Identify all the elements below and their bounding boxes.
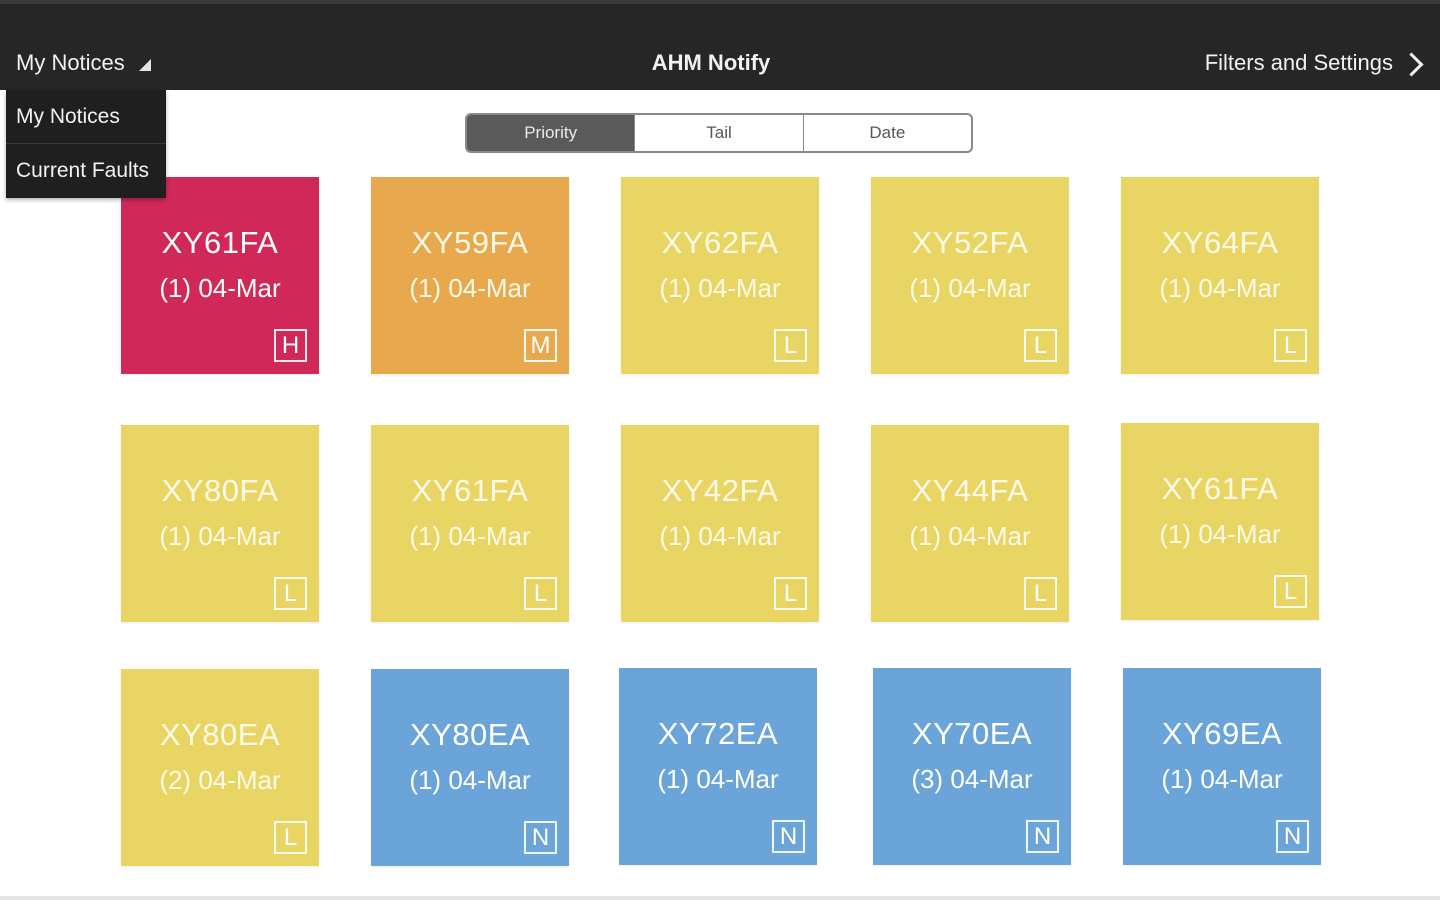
tile-tail-number: XY61FA bbox=[161, 225, 279, 260]
tile-tail-number: XY44FA bbox=[911, 473, 1029, 508]
tile-tail-number: XY72EA bbox=[657, 716, 779, 751]
notice-tile[interactable]: XY64FA (1) 04-Mar L bbox=[1121, 177, 1319, 374]
tab-priority[interactable]: Priority bbox=[467, 115, 636, 151]
tile-count-date: (3) 04-Mar bbox=[911, 764, 1033, 794]
notices-dropdown-menu: My Notices Current Faults bbox=[6, 90, 166, 198]
tile-count-date: (1) 04-Mar bbox=[159, 273, 281, 303]
tab-date[interactable]: Date bbox=[804, 115, 971, 151]
notice-tile[interactable]: XY80EA (1) 04-Mar N bbox=[371, 669, 569, 866]
tile-tail-number: XY80EA bbox=[409, 717, 531, 752]
tile-count-date: (1) 04-Mar bbox=[409, 521, 531, 551]
tile-tail-number: XY80FA bbox=[161, 473, 279, 508]
tile-count-date: (1) 04-Mar bbox=[659, 521, 781, 551]
tile-tail-number: XY80EA bbox=[159, 717, 281, 752]
notice-tile[interactable]: XY52FA (1) 04-Mar L bbox=[871, 177, 1069, 374]
priority-badge: L bbox=[1274, 329, 1307, 362]
priority-badge: N bbox=[1026, 820, 1059, 853]
sort-segmented-control: Priority Tail Date bbox=[465, 113, 973, 153]
tab-tail[interactable]: Tail bbox=[635, 115, 804, 151]
priority-badge: L bbox=[774, 329, 807, 362]
notice-tile[interactable]: XY42FA (1) 04-Mar L bbox=[621, 425, 819, 622]
notice-tile[interactable]: XY69EA (1) 04-Mar N bbox=[1123, 668, 1321, 865]
filters-settings-label: Filters and Settings bbox=[1204, 50, 1393, 75]
priority-badge: L bbox=[274, 577, 307, 610]
priority-badge: L bbox=[1024, 577, 1057, 610]
tile-count-date: (1) 04-Mar bbox=[659, 273, 781, 303]
priority-badge: N bbox=[524, 821, 557, 854]
tile-count-date: (1) 04-Mar bbox=[1159, 273, 1281, 303]
tile-tail-number: XY61FA bbox=[411, 473, 529, 508]
tile-tail-number: XY62FA bbox=[661, 225, 779, 260]
tile-tail-number: XY64FA bbox=[1161, 225, 1279, 260]
priority-badge: L bbox=[774, 577, 807, 610]
tile-count-date: (1) 04-Mar bbox=[409, 273, 531, 303]
notice-tile[interactable]: XY61FA (1) 04-Mar H bbox=[121, 177, 319, 374]
tile-tail-number: XY59FA bbox=[411, 225, 529, 260]
priority-badge: L bbox=[274, 821, 307, 854]
menu-item-current-faults[interactable]: Current Faults bbox=[6, 144, 166, 198]
tile-tail-number: XY42FA bbox=[661, 473, 779, 508]
notice-tile[interactable]: XY59FA (1) 04-Mar M bbox=[371, 177, 569, 374]
bottom-divider bbox=[0, 896, 1440, 900]
tile-count-date: (1) 04-Mar bbox=[409, 765, 531, 795]
notice-tile[interactable]: XY72EA (1) 04-Mar N bbox=[619, 668, 817, 865]
priority-badge: M bbox=[524, 329, 557, 362]
notice-tile[interactable]: XY61FA (1) 04-Mar L bbox=[371, 425, 569, 622]
notice-tile[interactable]: XY62FA (1) 04-Mar L bbox=[621, 177, 819, 374]
filters-settings-button[interactable]: Filters and Settings bbox=[1204, 50, 1424, 77]
priority-badge: H bbox=[274, 329, 307, 362]
tile-tail-number: XY69EA bbox=[1161, 716, 1283, 751]
priority-badge: N bbox=[1276, 820, 1309, 853]
priority-badge: L bbox=[524, 577, 557, 610]
menu-item-my-notices[interactable]: My Notices bbox=[6, 90, 166, 144]
tile-tail-number: XY52FA bbox=[911, 225, 1029, 260]
top-app-bar: My Notices AHM Notify Filters and Settin… bbox=[0, 0, 1440, 90]
tile-count-date: (1) 04-Mar bbox=[909, 521, 1031, 551]
tile-count-date: (1) 04-Mar bbox=[1161, 764, 1283, 794]
notice-tile[interactable]: XY80FA (1) 04-Mar L bbox=[121, 425, 319, 622]
tile-tail-number: XY61FA bbox=[1161, 471, 1279, 506]
tile-count-date: (1) 04-Mar bbox=[1159, 519, 1281, 549]
tile-count-date: (1) 04-Mar bbox=[159, 521, 281, 551]
priority-badge: L bbox=[1024, 329, 1057, 362]
notice-tile[interactable]: XY80EA (2) 04-Mar L bbox=[121, 669, 319, 866]
tile-count-date: (1) 04-Mar bbox=[909, 273, 1031, 303]
notice-tile[interactable]: XY70EA (3) 04-Mar N bbox=[873, 668, 1071, 865]
notice-tile[interactable]: XY61FA (1) 04-Mar L bbox=[1121, 423, 1319, 620]
tile-tail-number: XY70EA bbox=[911, 716, 1033, 751]
notice-tile[interactable]: XY44FA (1) 04-Mar L bbox=[871, 425, 1069, 622]
chevron-right-icon bbox=[1399, 51, 1424, 77]
tile-count-date: (2) 04-Mar bbox=[159, 765, 281, 795]
priority-badge: N bbox=[772, 820, 805, 853]
priority-badge: L bbox=[1274, 575, 1307, 608]
tile-count-date: (1) 04-Mar bbox=[657, 764, 779, 794]
